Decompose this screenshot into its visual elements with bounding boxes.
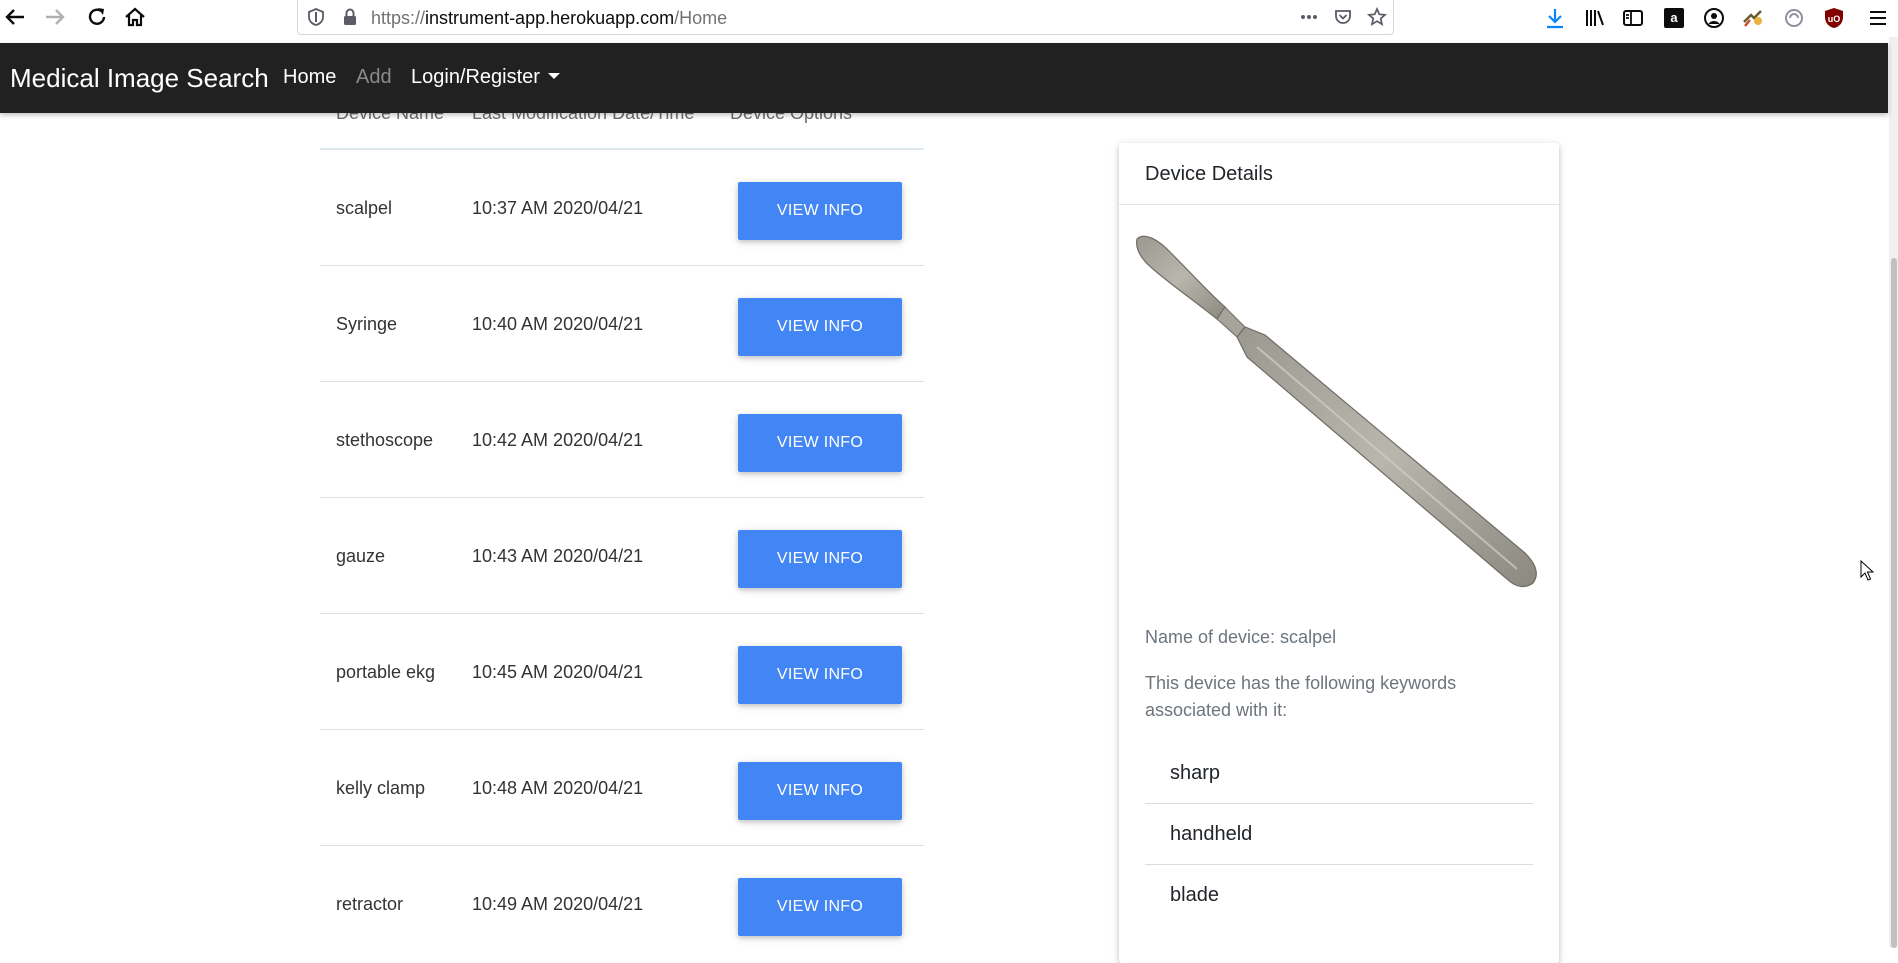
nav-add-link[interactable]: Add — [356, 66, 392, 89]
nav-login-label: Login/Register — [411, 66, 540, 88]
device-image — [1136, 235, 1537, 588]
home-icon[interactable] — [122, 4, 148, 30]
view-info-button[interactable]: VIEW INFO — [738, 530, 902, 588]
view-info-button[interactable]: VIEW INFO — [738, 414, 902, 472]
back-icon[interactable] — [2, 4, 28, 30]
url-text[interactable]: https://instrument-app.herokuapp.com/Hom… — [371, 8, 727, 29]
card-title: Device Details — [1145, 163, 1273, 185]
device-name-cell: gauze — [336, 546, 386, 566]
view-info-button[interactable]: VIEW INFO — [738, 646, 902, 704]
lock-icon[interactable] — [339, 6, 361, 28]
table-row: kelly clamp 10:48 AM 2020/04/21 VIEW INF… — [320, 730, 924, 846]
address-bar[interactable]: https://instrument-app.herokuapp.com/Hom… — [297, 0, 1394, 35]
view-info-button[interactable]: VIEW INFO — [738, 182, 902, 240]
sidebar-icon[interactable] — [1621, 6, 1645, 30]
nav-login-register-dropdown[interactable]: Login/Register — [411, 66, 560, 89]
table-header: Device Name Last Modification Date/Time … — [320, 113, 924, 149]
card-header: Device Details — [1119, 143, 1559, 205]
svg-text:uO: uO — [1828, 14, 1841, 24]
device-name-cell: Syringe — [336, 314, 398, 334]
keyword-item: sharp — [1145, 743, 1533, 804]
device-time-cell: 10:49 AM 2020/04/21 — [472, 894, 644, 914]
url-prefix: https:// — [371, 8, 426, 28]
table-row: stethoscope 10:42 AM 2020/04/21 VIEW INF… — [320, 382, 924, 498]
download-icon[interactable] — [1543, 6, 1567, 30]
column-header-device-name: Device Name — [336, 113, 445, 123]
keyword-text: handheld — [1170, 823, 1253, 845]
table-row: retractor 10:49 AM 2020/04/21 VIEW INFO — [320, 846, 924, 962]
svg-text:a: a — [1670, 10, 1678, 25]
device-time-cell: 10:48 AM 2020/04/21 — [472, 778, 644, 798]
browser-toolbar: https://instrument-app.herokuapp.com/Hom… — [0, 0, 1898, 37]
device-name-cell: scalpel — [336, 198, 393, 218]
column-header-options: Device Options — [730, 113, 853, 123]
table-row: Syringe 10:40 AM 2020/04/21 VIEW INFO — [320, 266, 924, 382]
keyword-item: handheld — [1145, 804, 1533, 865]
extension-icon[interactable] — [1741, 6, 1765, 30]
menu-icon[interactable] — [1866, 6, 1890, 30]
device-name-detail: Name of device: scalpel — [1145, 627, 1337, 647]
url-domain: instrument-app.herokuapp.com — [425, 8, 675, 28]
page-scrollbar-thumb[interactable] — [1891, 258, 1897, 948]
device-time-cell: 10:37 AM 2020/04/21 — [472, 198, 644, 218]
sync-icon[interactable] — [1782, 6, 1806, 30]
keywords-intro: This device has the following keywords a… — [1145, 673, 1457, 720]
library-icon[interactable] — [1583, 6, 1607, 30]
device-details-card: Device Details Name of device: scalpel T… — [1119, 143, 1559, 963]
keyword-text: sharp — [1170, 762, 1221, 784]
shield-icon[interactable] — [305, 6, 327, 28]
pocket-icon[interactable] — [1332, 6, 1354, 28]
device-time-cell: 10:45 AM 2020/04/21 — [472, 662, 644, 682]
ublock-icon[interactable]: uO — [1822, 6, 1846, 30]
reload-icon[interactable] — [84, 4, 110, 30]
bookmark-star-icon[interactable] — [1366, 6, 1388, 28]
column-header-date-time: Last Modification Date/Time — [472, 113, 695, 123]
keyword-item: blade — [1145, 865, 1533, 926]
url-path: /Home — [674, 8, 728, 28]
view-info-button[interactable]: VIEW INFO — [738, 298, 902, 356]
table-row: portable ekg 10:45 AM 2020/04/21 VIEW IN… — [320, 614, 924, 730]
mouse-cursor-icon — [1860, 560, 1874, 581]
keyword-text: blade — [1170, 884, 1219, 906]
device-name-cell: retractor — [336, 894, 404, 914]
caret-down-icon — [547, 73, 560, 79]
device-name-cell: stethoscope — [336, 430, 434, 450]
device-time-cell: 10:43 AM 2020/04/21 — [472, 546, 644, 566]
table-row: scalpel 10:37 AM 2020/04/21 VIEW INFO — [320, 150, 924, 266]
page-actions-icon[interactable] — [1298, 6, 1320, 28]
amazon-icon[interactable]: a — [1662, 6, 1686, 30]
device-name-cell: kelly clamp — [336, 778, 426, 798]
device-name-cell: portable ekg — [336, 662, 436, 682]
device-time-cell: 10:42 AM 2020/04/21 — [472, 430, 644, 450]
brand-logo-text[interactable]: Medical Image Search — [10, 63, 269, 94]
account-icon[interactable] — [1702, 6, 1726, 30]
app-navbar: Medical Image Search Home Add Login/Regi… — [0, 43, 1888, 113]
table-row: gauze 10:43 AM 2020/04/21 VIEW INFO — [320, 498, 924, 614]
device-time-cell: 10:40 AM 2020/04/21 — [472, 314, 644, 334]
view-info-button[interactable]: VIEW INFO — [738, 878, 902, 936]
view-info-button[interactable]: VIEW INFO — [738, 762, 902, 820]
forward-icon[interactable] — [42, 4, 68, 30]
nav-home-link[interactable]: Home — [283, 66, 336, 89]
